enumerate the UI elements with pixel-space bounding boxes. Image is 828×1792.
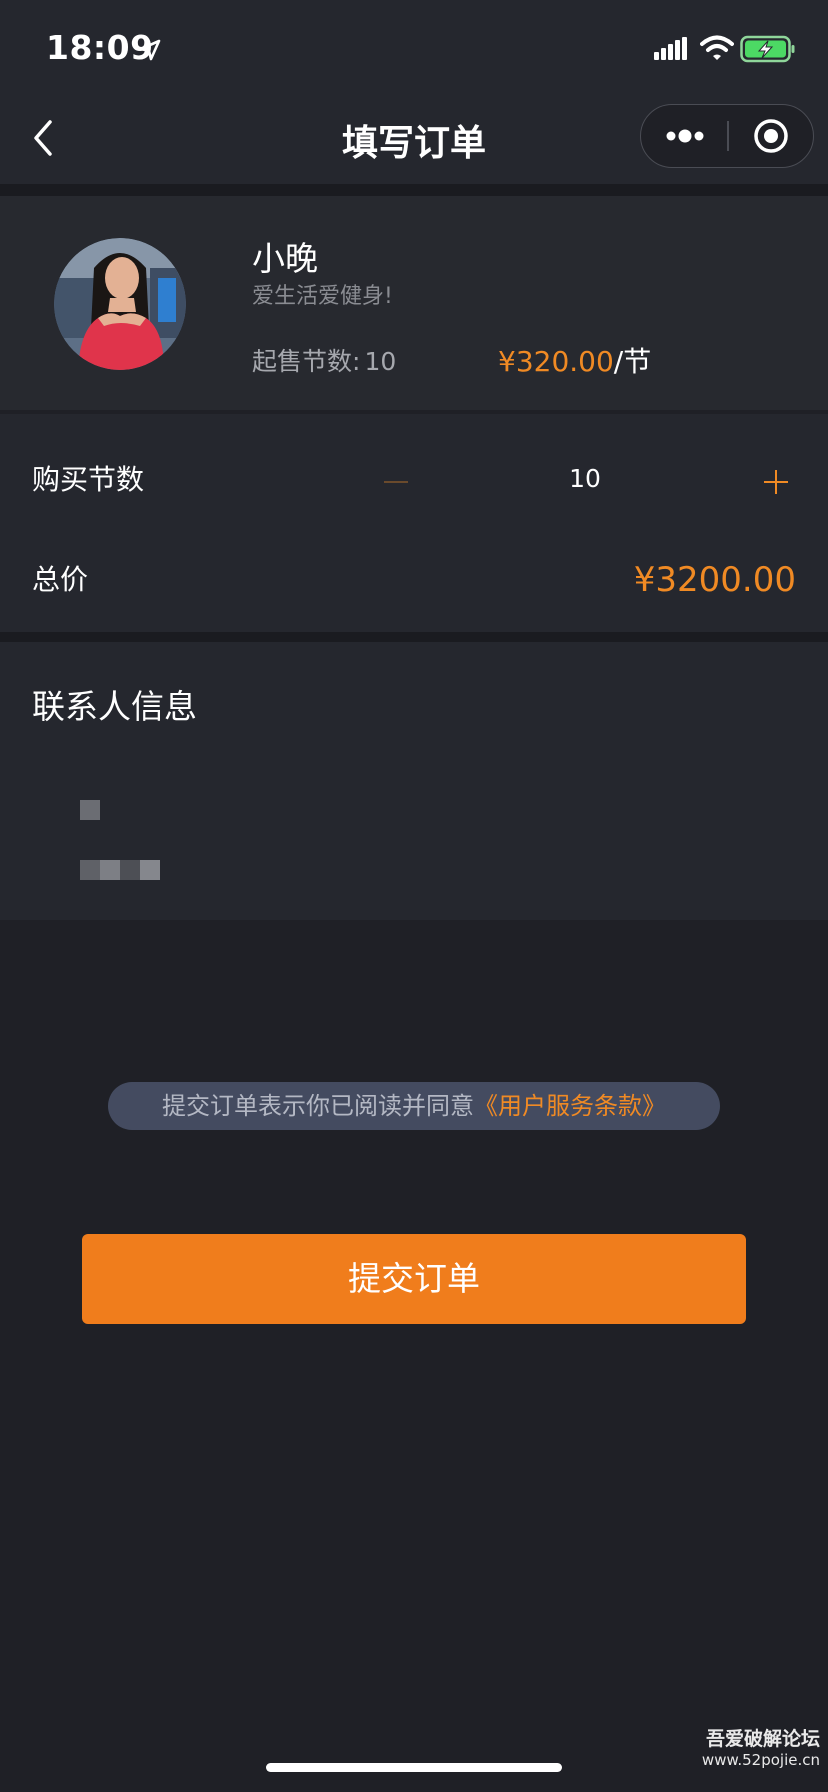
agreement-text: 提交订单表示你已阅读并同意 — [162, 1092, 474, 1120]
decrease-button[interactable] — [372, 458, 420, 506]
unit-price-unit: /节 — [613, 345, 652, 378]
contact-card: 联系人信息 — [0, 642, 828, 920]
avatar — [54, 238, 186, 370]
unit-price: ¥320.00/节 — [498, 340, 651, 380]
location-arrow-icon — [139, 39, 161, 61]
quantity-value[interactable]: 10 — [530, 464, 640, 493]
submit-order-button[interactable]: 提交订单 — [82, 1234, 746, 1324]
status-bar: 18:09 — [0, 0, 828, 96]
battery-charging-icon — [740, 35, 795, 63]
contact-title: 联系人信息 — [32, 687, 197, 726]
divider — [0, 184, 828, 196]
watermark-title: 吾爱破解论坛 — [705, 1728, 820, 1750]
close-target-icon[interactable] — [729, 105, 813, 167]
redacted-contact-name — [80, 800, 100, 820]
coach-name: 小晚 — [252, 239, 318, 278]
more-icon[interactable] — [641, 105, 727, 167]
total-value: ¥3200.00 — [633, 560, 796, 600]
nav-bar: 填写订单 — [0, 96, 828, 184]
min-lessons-label: 起售节数: — [252, 347, 361, 376]
coach-motto: 爱生活爱健身! — [252, 284, 393, 309]
min-lessons: 起售节数: 10 — [252, 342, 396, 378]
mini-program-capsule — [640, 104, 814, 168]
min-lessons-value: 10 — [364, 347, 397, 376]
total-label: 总价 — [32, 563, 89, 596]
unit-price-amount: ¥320.00 — [498, 345, 614, 378]
product-card: 小晚 爱生活爱健身! 起售节数: 10 ¥320.00/节 — [0, 196, 828, 410]
terms-link[interactable]: 《用户服务条款》 — [474, 1092, 666, 1120]
quantity-label: 购买节数 — [32, 463, 145, 496]
agreement-notice: 提交订单表示你已阅读并同意《用户服务条款》 — [108, 1082, 720, 1130]
wifi-icon — [700, 35, 734, 60]
redacted-contact-phone — [80, 860, 160, 880]
watermark: 吾爱破解论坛 www.52pojie.cn — [702, 1724, 820, 1769]
watermark-url: www.52pojie.cn — [701, 1751, 820, 1769]
home-indicator — [266, 1763, 562, 1772]
quantity-card: 购买节数 10 总价 ¥3200.00 — [0, 414, 828, 632]
signal-icon — [654, 37, 687, 60]
increase-button[interactable] — [752, 458, 800, 506]
divider — [0, 632, 828, 642]
